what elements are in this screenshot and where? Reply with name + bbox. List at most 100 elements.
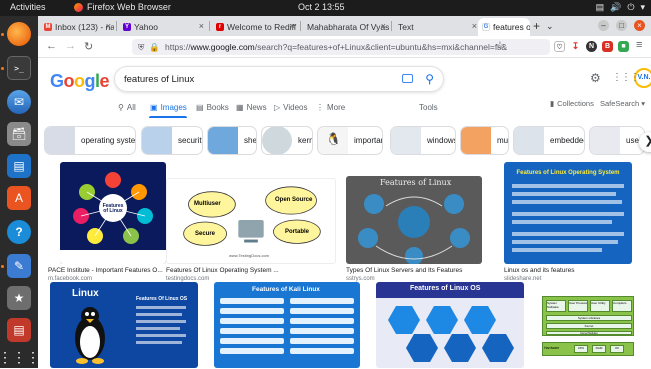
gear-icon[interactable]: ⚙ — [590, 71, 601, 85]
apps-grid-icon[interactable]: ⋮⋮⋮ — [612, 72, 640, 83]
result-image[interactable]: Linux Features Of Linux OS — [50, 282, 198, 368]
writer-dock-icon[interactable]: ▤ — [7, 154, 31, 178]
feature-row — [290, 348, 354, 354]
gimp-dock-icon[interactable]: ★ — [7, 286, 31, 310]
tab-separator — [300, 21, 301, 31]
tab-label: Yahoo — [134, 22, 158, 32]
tab-images[interactable]: ▣ Images — [150, 103, 187, 112]
search-input[interactable]: features of Linux ⚲ — [114, 66, 444, 92]
minimize-button[interactable]: – — [598, 20, 609, 31]
result-image[interactable]: Features of Linux — [346, 176, 482, 264]
tab-list-chevron-icon[interactable]: ⌄ — [546, 21, 554, 32]
result-image[interactable]: System Software User Process User Utilit… — [538, 282, 638, 368]
presentation-dock-icon[interactable]: ▤ — [7, 318, 31, 342]
tab-label: Books — [206, 103, 229, 112]
feature-row — [290, 298, 354, 304]
chip-important[interactable]: 🐧 important — [317, 126, 383, 155]
menu-icon[interactable]: ≡ — [636, 39, 642, 51]
chip-user[interactable]: user — [589, 126, 645, 155]
diagram-box: System Libraries — [546, 315, 632, 321]
chip-operating-system[interactable]: operating system — [44, 126, 136, 155]
show-apps-icon[interactable]: ⋮⋮⋮ — [0, 345, 40, 369]
clock[interactable]: Oct 2 13:55 — [298, 2, 345, 12]
dock: >_ ✉ 🗃 ▤ A ? ✎ ★ ▤ ⋮⋮⋮ — [0, 16, 40, 369]
rediff-icon: r — [216, 23, 224, 31]
close-icon[interactable]: × — [199, 21, 204, 31]
reload-icon[interactable]: ↻ — [84, 40, 93, 53]
extension-icon[interactable]: N — [586, 41, 597, 52]
tools-button[interactable]: Tools — [419, 103, 438, 112]
terminal-dock-icon[interactable]: >_ — [7, 56, 31, 80]
app-name: Firefox Web Browser — [87, 2, 171, 12]
software-dock-icon[interactable]: A — [7, 186, 31, 210]
camera-icon[interactable] — [402, 74, 413, 83]
result-image[interactable]: Multiuser Open Source Secure Portable ww… — [166, 178, 336, 264]
tab-mahabharata[interactable]: Mahabharata Of Vyas × — [303, 18, 389, 36]
result-image[interactable]: Features of Linux — [60, 162, 166, 264]
tab-google-search[interactable]: G features of Linux - G — [478, 18, 530, 36]
image-icon: ▣ — [150, 103, 158, 112]
files-dock-icon[interactable]: 🗃 — [7, 122, 31, 146]
diagram-box: User Process — [568, 300, 588, 312]
tab-text[interactable]: Text × — [394, 18, 480, 36]
gnome-top-bar: Activities Firefox Web Browser Oct 2 13:… — [0, 0, 651, 16]
extension-icon[interactable]: B — [602, 41, 613, 52]
system-tray[interactable]: ▤ 🔊 ⏻ ▾ — [596, 2, 645, 13]
new-tab-button[interactable]: + — [533, 19, 540, 33]
activities-button[interactable]: Activities — [10, 2, 46, 12]
thunderbird-dock-icon[interactable]: ✉ — [7, 90, 31, 114]
extension-icon[interactable]: ■ — [618, 41, 629, 52]
result-image[interactable]: Features of Linux Operating System — [504, 162, 632, 264]
safesearch-button[interactable]: SafeSearch ▾ — [600, 99, 645, 108]
app-menu[interactable]: Firefox Web Browser — [74, 2, 171, 12]
close-window-button[interactable]: × — [634, 20, 645, 31]
collections-button[interactable]: ▮ Collections — [550, 99, 594, 108]
result-title[interactable]: PACE Institute - Important Features O... — [48, 267, 170, 274]
result-title[interactable]: Linux os and its features — [504, 267, 632, 274]
close-icon[interactable]: × — [106, 21, 111, 31]
diagram-box: Compilers — [612, 300, 632, 312]
pocket-icon[interactable]: ♡ — [554, 41, 565, 52]
more-icon: ⋮ — [316, 103, 324, 112]
firefox-dock-icon[interactable] — [7, 22, 31, 46]
close-icon[interactable]: × — [290, 21, 295, 31]
help-dock-icon[interactable]: ? — [7, 220, 31, 244]
result-title[interactable]: Features Of Linux Operating System ... — [166, 267, 326, 274]
chip-windows[interactable]: windows — [390, 126, 456, 155]
back-icon[interactable]: ← — [46, 40, 57, 52]
result-image[interactable]: Features of Linux OS — [376, 282, 524, 368]
video-icon: ▷ — [274, 103, 281, 112]
chip-label: kernel — [298, 136, 312, 145]
maximize-button[interactable]: □ — [616, 20, 627, 31]
bubble-label: Secure — [195, 231, 216, 237]
url-bar[interactable]: ⛨ 🔒 https://www.google.com/search?q=feat… — [132, 39, 550, 55]
result-image[interactable]: Features of Kali Linux — [214, 282, 360, 368]
shield-icon: ⛨ — [138, 41, 145, 52]
chip-kernel[interactable]: kernel — [261, 126, 313, 155]
chip-multi[interactable]: multi — [460, 126, 509, 155]
chip-security[interactable]: security — [141, 126, 203, 155]
tab-books[interactable]: ▤ Books — [196, 103, 229, 112]
tab-more[interactable]: ⋮ More — [316, 103, 345, 112]
tab-videos[interactable]: ▷ Videos — [274, 103, 307, 112]
bookmark-star-icon[interactable]: ☆ — [495, 39, 505, 52]
forward-icon[interactable]: → — [65, 40, 76, 52]
result-title[interactable]: Types Of Linux Servers and Its Features — [346, 267, 482, 274]
close-icon[interactable]: × — [381, 21, 386, 31]
google-logo[interactable]: Google — [50, 71, 110, 92]
text-editor-dock-icon[interactable]: ✎ — [7, 254, 31, 278]
chip-label: multi — [497, 136, 509, 145]
tab-gmail[interactable]: M Inbox (123) - nagar× — [40, 18, 114, 36]
tab-news[interactable]: ▦ News — [236, 103, 267, 112]
chip-embedded[interactable]: embedded — [513, 126, 585, 155]
tab-all[interactable]: ⚲ All — [118, 103, 136, 112]
tab-label: Videos — [283, 103, 308, 112]
tab-rediff[interactable]: r Welcome to Rediff × — [212, 18, 298, 36]
result-image-graphic — [358, 194, 470, 264]
search-icon[interactable]: ⚲ — [425, 72, 434, 86]
chip-shell[interactable]: shell — [207, 126, 257, 155]
feature-row — [220, 308, 284, 314]
tab-yahoo[interactable]: Y Yahoo × — [119, 18, 207, 36]
download-icon[interactable]: ↧ — [570, 41, 581, 52]
close-icon[interactable]: × — [472, 21, 477, 31]
